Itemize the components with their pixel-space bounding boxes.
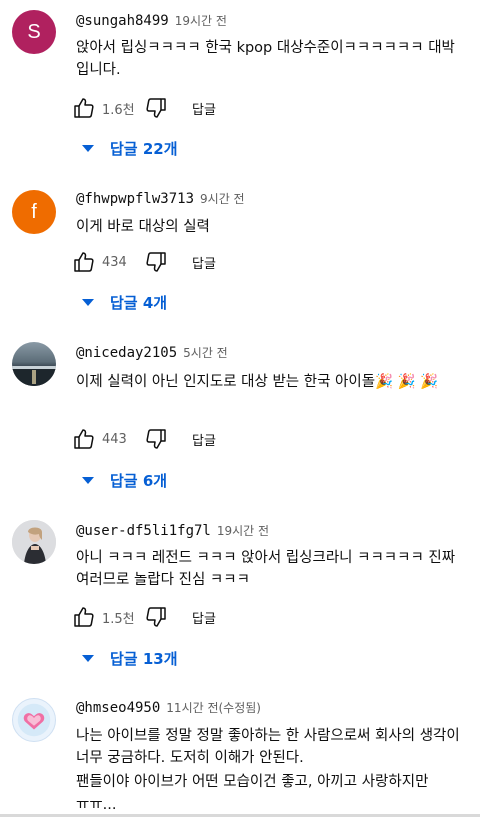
comment-actions: 1.6천 답글 bbox=[70, 94, 216, 122]
person-photo-icon bbox=[12, 520, 56, 564]
comment-actions: 1.5천 답글 bbox=[70, 603, 216, 631]
like-count: 1.5천 bbox=[102, 611, 135, 627]
comment-text-truncated: ㅠㅠ... bbox=[76, 797, 117, 813]
like-button[interactable] bbox=[70, 94, 98, 122]
comment-time[interactable]: 11시간 전(수정됨) bbox=[166, 701, 261, 715]
caret-down-icon bbox=[82, 655, 94, 662]
like-button[interactable] bbox=[70, 248, 98, 276]
author-name[interactable]: @fhwpwpflw3713 bbox=[76, 191, 194, 207]
like-count: 434 bbox=[102, 254, 127, 270]
avatar[interactable] bbox=[12, 520, 56, 564]
author-name[interactable]: @hmseo4950 bbox=[76, 700, 160, 716]
comment-header: @fhwpwpflw3713 9시간 전 bbox=[76, 190, 245, 208]
comment-header: @sungah8499 19시간 전 bbox=[76, 12, 227, 30]
comment-text: 이게 바로 대상의 실력 bbox=[76, 219, 210, 235]
comment-text: 앉아서 립싱ㅋㅋㅋㅋ 한국 kpop 대상수준이ㅋㅋㅋㅋㅋㅋ 대박입니다. bbox=[76, 40, 455, 78]
show-replies-button[interactable]: 답글 13개 bbox=[82, 648, 178, 669]
avatar[interactable] bbox=[12, 698, 56, 742]
reply-button[interactable]: 답글 bbox=[192, 99, 216, 118]
comment-text: 나는 아이브를 정말 정말 좋아하는 한 사람으로써 회사의 생각이 너무 궁금… bbox=[76, 728, 460, 766]
thumbs-up-icon bbox=[74, 252, 94, 272]
comment-actions: 434 답글 bbox=[70, 248, 216, 276]
heart-logo-icon bbox=[17, 703, 51, 737]
comment-text-continued: 팬들이야 아이브가 어떤 모습이건 좋고, 아끼고 사랑하지만 bbox=[76, 774, 429, 790]
show-replies-button[interactable]: 답글 6개 bbox=[82, 470, 167, 491]
comment-header: @hmseo4950 11시간 전(수정됨) bbox=[76, 699, 261, 717]
landscape-photo-icon bbox=[12, 366, 56, 386]
comment-time[interactable]: 9시간 전 bbox=[200, 192, 245, 206]
comment-text: 이제 실력이 아닌 인지도로 대상 받는 한국 아이돌🎉 🎉 🎉 bbox=[76, 374, 439, 390]
thumbs-down-icon bbox=[146, 429, 166, 449]
comment-actions: 443 답글 bbox=[70, 425, 216, 453]
comment-time[interactable]: 19시간 전 bbox=[175, 14, 227, 28]
thumbs-down-icon bbox=[146, 607, 166, 627]
comment-header: @niceday2105 5시간 전 bbox=[76, 344, 228, 362]
like-button[interactable] bbox=[70, 425, 98, 453]
dislike-button[interactable] bbox=[142, 425, 170, 453]
reply-button[interactable]: 답글 bbox=[192, 430, 216, 449]
dislike-button[interactable] bbox=[142, 248, 170, 276]
replies-count: 답글 13개 bbox=[110, 650, 178, 668]
caret-down-icon bbox=[82, 477, 94, 484]
replies-count: 답글 22개 bbox=[110, 140, 178, 158]
comment-time[interactable]: 19시간 전 bbox=[217, 524, 269, 538]
thumbs-down-icon bbox=[146, 98, 166, 118]
like-count: 1.6천 bbox=[102, 102, 135, 118]
avatar[interactable] bbox=[12, 342, 56, 386]
show-replies-button[interactable]: 답글 4개 bbox=[82, 292, 167, 313]
comment-time[interactable]: 5시간 전 bbox=[183, 346, 228, 360]
dislike-button[interactable] bbox=[142, 603, 170, 631]
author-name[interactable]: @niceday2105 bbox=[76, 345, 177, 361]
replies-count: 답글 6개 bbox=[110, 472, 168, 490]
avatar-letter: f bbox=[31, 200, 37, 223]
caret-down-icon bbox=[82, 145, 94, 152]
comment-text: 아니 ㅋㅋㅋ 레전드 ㅋㅋㅋ 앉아서 립싱크라니 ㅋㅋㅋㅋㅋ 진짜 여러므로 놀… bbox=[76, 550, 456, 588]
author-name[interactable]: @user-df5li1fg7l bbox=[76, 523, 211, 539]
avatar-letter: S bbox=[27, 20, 41, 43]
thumbs-up-icon bbox=[74, 98, 94, 118]
thumbs-up-icon bbox=[74, 607, 94, 627]
author-name[interactable]: @sungah8499 bbox=[76, 13, 169, 29]
thumbs-down-icon bbox=[146, 252, 166, 272]
dislike-button[interactable] bbox=[142, 94, 170, 122]
caret-down-icon bbox=[82, 299, 94, 306]
reply-button[interactable]: 답글 bbox=[192, 608, 216, 627]
comment-header: @user-df5li1fg7l 19시간 전 bbox=[76, 522, 269, 540]
like-count: 443 bbox=[102, 431, 127, 447]
avatar[interactable]: S bbox=[12, 10, 56, 54]
replies-count: 답글 4개 bbox=[110, 294, 168, 312]
show-replies-button[interactable]: 답글 22개 bbox=[82, 138, 178, 159]
thumbs-up-icon bbox=[74, 429, 94, 449]
like-button[interactable] bbox=[70, 603, 98, 631]
reply-button[interactable]: 답글 bbox=[192, 253, 216, 272]
avatar[interactable]: f bbox=[12, 190, 56, 234]
